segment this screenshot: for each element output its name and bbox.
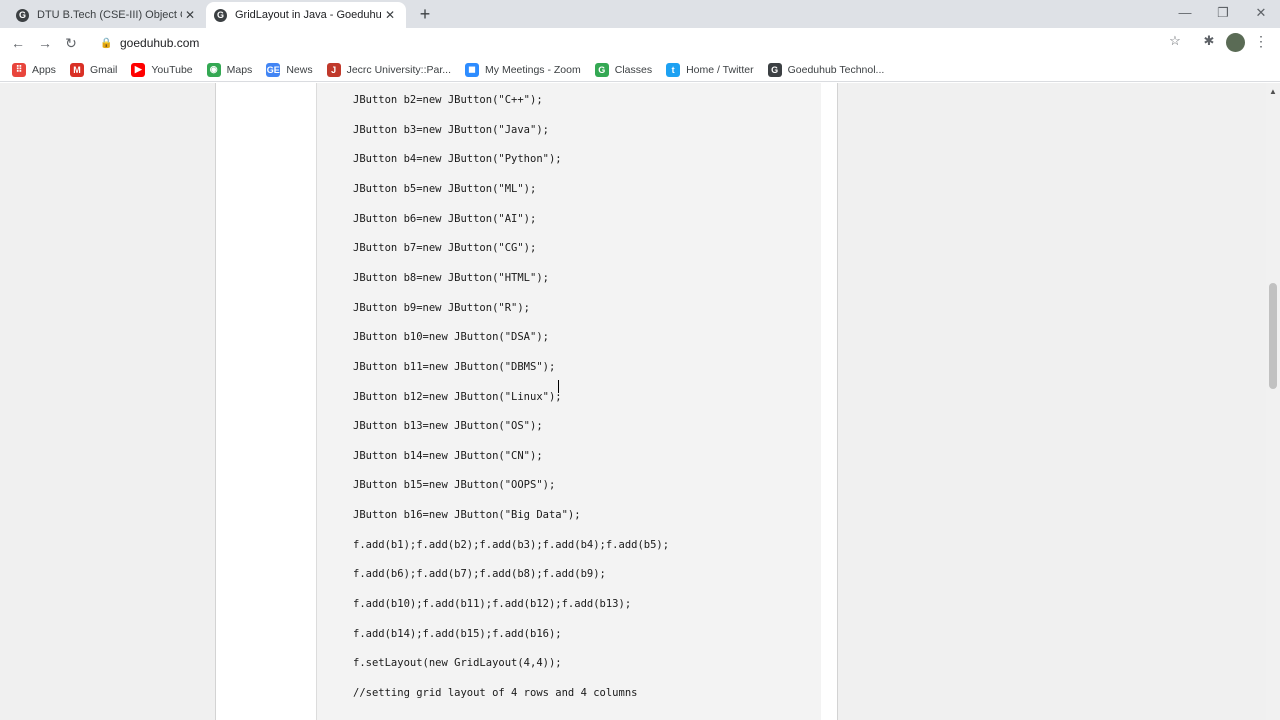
bookmark-label: Gmail: [89, 63, 118, 76]
twitter-icon: t: [666, 62, 681, 77]
code-line: JButton b11=new JButton("DBMS");: [353, 360, 556, 373]
code-line: f.add(b10);f.add(b11);f.add(b12);f.add(b…: [353, 598, 632, 611]
address-bar[interactable]: 🔒 goeduhub.com: [92, 31, 1192, 55]
goeduhub-icon: G: [767, 62, 782, 77]
tab-title: GridLayout in Java - Goeduhub T: [235, 9, 382, 21]
new-tab-button[interactable]: +: [414, 3, 436, 25]
bookmark-goeduhub[interactable]: G Goeduhub Technol...: [767, 62, 885, 77]
forward-button[interactable]: →: [35, 33, 55, 53]
goeduhub-favicon-icon: G: [214, 8, 227, 22]
page-viewport: JButton b2=new JButton("C++"); JButton b3…: [0, 83, 1266, 720]
bookmarks-bar: ⠿ Apps M Gmail ▶ YouTube ◉ Maps GE News J Jecrc Uni…: [0, 58, 1280, 82]
scrollbar-thumb[interactable]: [1269, 283, 1277, 390]
scroll-up-arrow-icon[interactable]: ▲: [1266, 87, 1280, 96]
bookmark-twitter[interactable]: t Home / Twitter: [666, 62, 754, 77]
back-button[interactable]: ←: [8, 33, 28, 53]
close-window-button[interactable]: ✕: [1242, 0, 1280, 28]
code-line: JButton b3=new JButton("Java");: [353, 123, 549, 136]
bookmark-apps-grid[interactable]: ⠿ Apps: [12, 62, 56, 77]
goeduhub-favicon-icon: G: [16, 8, 29, 22]
code-line: JButton b7=new JButton("CG");: [353, 242, 537, 255]
text-cursor-icon: [558, 380, 562, 393]
code-line: //setting grid layout of 4 rows and 4 co…: [353, 687, 638, 699]
code-line: JButton b10=new JButton("DSA");: [353, 331, 549, 344]
zoom-icon: ◼: [465, 62, 480, 77]
bookmark-jecrc[interactable]: J Jecrc University::Par...: [326, 62, 452, 77]
code-line: JButton b9=new JButton("R");: [353, 301, 531, 314]
bookmark-maps-pin[interactable]: ◉ Maps: [206, 62, 253, 77]
code-line: f.add(b14);f.add(b15);f.add(b16);: [353, 627, 562, 640]
bookmark-label: Apps: [32, 63, 56, 76]
lock-icon[interactable]: 🔒: [100, 38, 114, 49]
jecrc-icon: J: [326, 62, 341, 77]
code-line: JButton b8=new JButton("HTML");: [353, 271, 549, 284]
code-line: f.setLayout(new GridLayout(4,4));: [353, 657, 562, 670]
close-tab-icon[interactable]: ✕: [382, 8, 398, 22]
bookmark-label: My Meetings - Zoom: [485, 63, 581, 76]
code-line: JButton b6=new JButton("AI");: [353, 212, 537, 225]
code-line: JButton b13=new JButton("OS");: [353, 420, 543, 433]
bookmark-news[interactable]: GE News: [266, 62, 313, 77]
maps-pin-icon: ◉: [206, 62, 221, 77]
bookmark-google-classes[interactable]: G Classes: [594, 62, 653, 77]
tab-strip: G DTU B.Tech (CSE-III) Object Orien ✕ G …: [0, 0, 1280, 28]
code-line: f.add(b1);f.add(b2);f.add(b3);f.add(b4);…: [353, 538, 670, 551]
bookmark-label: Classes: [614, 63, 653, 76]
reload-button[interactable]: ↻: [61, 33, 81, 53]
code-line: f.add(b6);f.add(b7);f.add(b8);f.add(b9);: [353, 568, 606, 581]
bookmark-label: News: [286, 63, 313, 76]
browser-toolbar: ← → ↻ 🔒 goeduhub.com ☆ ✱ ⋮: [0, 28, 1280, 58]
code-line: JButton b12=new JButton("Linux");: [353, 390, 562, 403]
code-line: JButton b15=new JButton("OOPS");: [353, 479, 556, 492]
bookmark-label: Jecrc University::Par...: [346, 63, 452, 76]
bookmark-gmail[interactable]: M Gmail: [69, 62, 118, 77]
bookmark-zoom[interactable]: ◼ My Meetings - Zoom: [465, 62, 581, 77]
code-line: JButton b16=new JButton("Big Data");: [353, 509, 581, 522]
code-block: JButton b2=new JButton("C++"); JButton b3…: [316, 83, 821, 720]
tab-dtu-btech[interactable]: G DTU B.Tech (CSE-III) Object Orien ✕: [8, 2, 206, 28]
apps-grid-icon: ⠿: [12, 62, 26, 77]
tab-title: DTU B.Tech (CSE-III) Object Orien: [37, 9, 182, 21]
bookmark-label: Maps: [226, 63, 253, 76]
url-text[interactable]: goeduhub.com: [120, 36, 199, 50]
bookmark-star-icon[interactable]: ☆: [1166, 33, 1184, 49]
news-icon: GE: [266, 62, 281, 77]
article-content: JButton b2=new JButton("C++"); JButton b3…: [215, 83, 838, 720]
profile-avatar[interactable]: [1226, 33, 1245, 52]
close-tab-icon[interactable]: ✕: [182, 8, 198, 22]
maximize-window-button[interactable]: ❐: [1204, 0, 1242, 28]
minimize-window-button[interactable]: —: [1166, 0, 1204, 28]
bookmark-label: Goeduhub Technol...: [787, 63, 885, 76]
tab-gridlayout-java[interactable]: G GridLayout in Java - Goeduhub T ✕: [206, 2, 406, 28]
bookmark-youtube[interactable]: ▶ YouTube: [131, 62, 193, 77]
code-line: JButton b2=new JButton("C++");: [353, 94, 543, 106]
bookmark-label: YouTube: [151, 63, 193, 76]
extensions-icon[interactable]: ✱: [1200, 33, 1218, 49]
bookmark-label: Home / Twitter: [686, 63, 754, 76]
code-line: JButton b4=new JButton("Python");: [353, 153, 562, 166]
google-classes-icon: G: [594, 62, 609, 77]
youtube-icon: ▶: [131, 62, 146, 77]
browser-menu-icon[interactable]: ⋮: [1254, 33, 1268, 50]
vertical-scrollbar[interactable]: ▲: [1266, 83, 1280, 720]
code-line: JButton b5=new JButton("ML");: [353, 182, 537, 195]
code-line: JButton b14=new JButton("CN");: [353, 449, 543, 462]
gmail-icon: M: [69, 62, 84, 77]
